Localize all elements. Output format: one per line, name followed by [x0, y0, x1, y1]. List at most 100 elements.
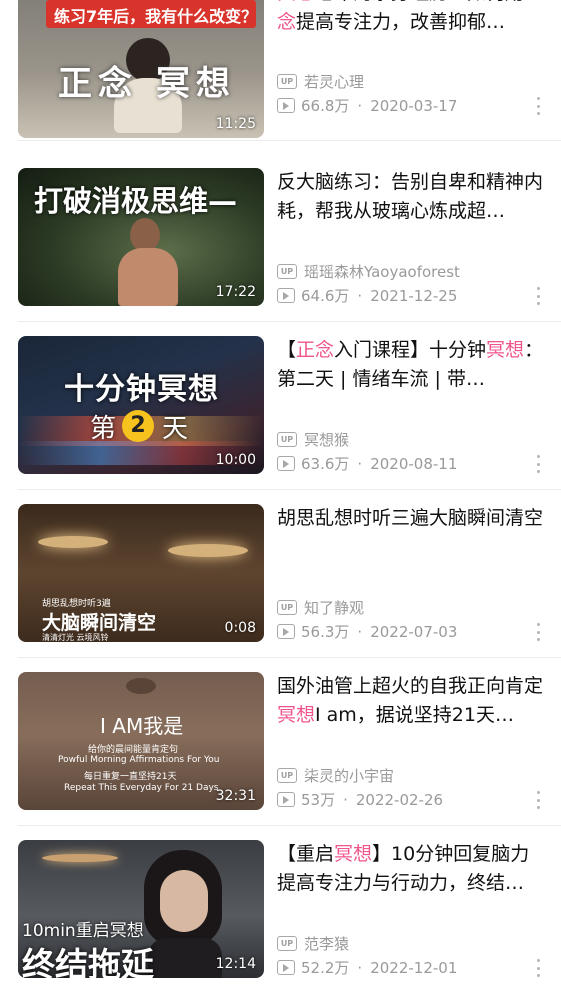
separator-dot: ·	[357, 454, 363, 473]
title-part: 国外油管上超火的自我正向肯定	[277, 675, 544, 697]
video-card[interactable]: 胡思乱想时听3遍 大脑瞬间清空 清清灯光 云境风铃 0:08 胡思乱想时听三遍大…	[0, 482, 561, 658]
view-count: 53万	[301, 791, 336, 809]
more-options-icon[interactable]	[537, 623, 541, 641]
title-part: 【重启	[277, 843, 335, 865]
thumbnail-day-suffix: 天	[162, 414, 189, 444]
uploader-row[interactable]: UP 瑶瑶森林Yaoyaoforest	[277, 261, 460, 282]
uploader-name: 范李猿	[304, 935, 350, 953]
uploader-name: 冥想猴	[304, 431, 350, 449]
separator-dot: ·	[357, 96, 363, 115]
upload-date: 2022-02-26	[355, 790, 444, 809]
uploader-row[interactable]: UP 范李猿	[277, 933, 349, 954]
view-count: 52.2万	[301, 959, 350, 977]
title-part: 七年的亲身经历：如何用	[315, 0, 524, 4]
separator-dot: ·	[357, 958, 363, 977]
video-card[interactable]: 打破消极思维— 17:22 反大脑练习：告别自卑和精神内耗，帮我从玻璃心炼成超……	[0, 146, 561, 322]
video-thumbnail[interactable]: 胡思乱想时听3遍 大脑瞬间清空 清清灯光 云境风铃 0:08	[18, 504, 264, 642]
thumbnail-subtitle: 清清灯光 云境风铃	[42, 633, 109, 642]
title-part: 反大脑练习：告别自卑和精神内耗，帮我从玻璃心炼成超…	[277, 171, 544, 222]
stats-row: 64.6万 · 2021-12-25	[277, 285, 457, 306]
title-part: 冥想	[277, 704, 316, 726]
more-options-icon[interactable]	[537, 97, 541, 115]
title-part: 冥想	[334, 843, 373, 865]
more-options-icon[interactable]	[537, 959, 541, 977]
up-badge-icon: UP	[277, 936, 297, 951]
play-count-icon	[277, 456, 295, 471]
stats-row: 56.3万 · 2022-07-03	[277, 621, 457, 642]
upload-date: 2022-12-01	[370, 958, 458, 977]
video-card[interactable]: I AM我是 给你的晨间能量肯定句 Powful Morning Affirma…	[0, 650, 561, 826]
video-thumbnail[interactable]: I AM我是 给你的晨间能量肯定句 Powful Morning Affirma…	[18, 672, 264, 810]
thumbnail-title: 打破消极思维—	[34, 184, 238, 218]
video-thumbnail[interactable]: 打破消极思维— 17:22	[18, 168, 264, 306]
uploader-row[interactable]: UP 冥想猴	[277, 429, 349, 450]
uploader-row[interactable]: UP 若灵心理	[277, 71, 364, 92]
play-count-icon	[277, 792, 295, 807]
separator-dot: ·	[357, 622, 363, 641]
title-part: 提高专注力，改善抑郁…	[296, 11, 506, 33]
view-count: 56.3万	[301, 623, 350, 641]
video-duration: 10:00	[215, 452, 256, 468]
title-part: 胡思乱想时听三遍大脑瞬间清空	[277, 507, 544, 529]
thumbnail-caption: 练习7年后，我有什么改变？	[54, 7, 258, 26]
video-duration: 17:22	[215, 284, 256, 300]
video-title[interactable]: 反大脑练习：告别自卑和精神内耗，帮我从玻璃心炼成超…	[277, 168, 545, 226]
thumbnail-line: Repeat This Everyday For 21 Days	[64, 783, 219, 793]
video-duration: 32:31	[215, 788, 256, 804]
video-thumbnail[interactable]: 十分钟冥想 第 2 天 10:00	[18, 336, 264, 474]
thumbnail-title: I AM我是	[100, 714, 184, 738]
up-badge-icon: UP	[277, 264, 297, 279]
thumbnail-title: 大脑瞬间清空	[42, 612, 157, 634]
stats-row: 66.8万 · 2020-03-17	[277, 95, 457, 116]
play-count-icon	[277, 98, 295, 113]
more-options-icon[interactable]	[537, 455, 541, 473]
thumbnail-line: 给你的晨间能量肯定句	[88, 745, 179, 755]
video-card[interactable]: 十分钟冥想 第 2 天 10:00 【正念入门课程】十分钟冥想：第二天 | 情绪…	[0, 314, 561, 490]
video-duration: 12:14	[215, 956, 256, 972]
uploader-name: 瑶瑶森林Yaoyaoforest	[304, 263, 460, 281]
video-title[interactable]: 【重启冥想】10分钟回复脑力提高专注力与行动力，终结…	[277, 840, 545, 898]
up-badge-icon: UP	[277, 768, 297, 783]
view-count: 63.6万	[301, 455, 350, 473]
stats-row: 52.2万 · 2022-12-01	[277, 957, 457, 978]
upload-date: 2021-12-25	[370, 286, 458, 305]
more-options-icon[interactable]	[537, 791, 541, 809]
video-card[interactable]: 10min重启冥想 终结拖延 12:14 【重启冥想】10分钟回复脑力提高专注力…	[0, 818, 561, 980]
thumbnail-title: 十分钟冥想	[64, 372, 219, 407]
play-count-icon	[277, 624, 295, 639]
video-duration: 11:25	[215, 116, 256, 132]
title-part: 【	[277, 339, 297, 361]
video-thumbnail[interactable]: 练习7年后，我有什么改变？ 正念 冥想 11:25	[18, 0, 264, 138]
uploader-row[interactable]: UP 知了静观	[277, 597, 364, 618]
video-title[interactable]: 胡思乱想时听三遍大脑瞬间清空	[277, 504, 545, 562]
up-badge-icon: UP	[277, 600, 297, 615]
separator-dot: ·	[357, 286, 363, 305]
thumbnail-day-prefix: 第	[90, 414, 117, 444]
title-part: 入门课程】十分钟	[334, 339, 487, 361]
video-title[interactable]: 国外油管上超火的自我正向肯定冥想I am，据说坚持21天…	[277, 672, 545, 730]
stats-row: 63.6万 · 2020-08-11	[277, 453, 457, 474]
uploader-row[interactable]: UP 柒灵的小宇宙	[277, 765, 394, 786]
uploader-name: 若灵心理	[304, 73, 365, 91]
up-badge-icon: UP	[277, 432, 297, 447]
thumbnail-title: 终结拖延	[22, 945, 154, 978]
separator-dot: ·	[343, 790, 348, 809]
upload-date: 2022-07-03	[370, 622, 458, 641]
title-part: 冥想	[277, 0, 315, 4]
more-options-icon[interactable]	[537, 287, 541, 305]
view-count: 66.8万	[301, 97, 350, 115]
video-duration: 0:08	[224, 620, 256, 636]
divider	[18, 140, 561, 141]
video-card[interactable]: 练习7年后，我有什么改变？ 正念 冥想 11:25 冥想七年的亲身经历：如何用正…	[0, 0, 561, 141]
play-count-icon	[277, 960, 295, 975]
stats-row: 53万 · 2022-02-26	[277, 789, 443, 810]
video-thumbnail[interactable]: 10min重启冥想 终结拖延 12:14	[18, 840, 264, 978]
upload-date: 2020-03-17	[370, 96, 458, 115]
title-part: 冥想	[486, 339, 525, 361]
video-title[interactable]: 【正念入门课程】十分钟冥想：第二天 | 情绪车流 | 带…	[277, 336, 545, 394]
title-part: 正念	[296, 339, 335, 361]
thumbnail-day-number: 2	[122, 410, 154, 442]
view-count: 64.6万	[301, 287, 350, 305]
video-title[interactable]: 冥想七年的亲身经历：如何用正念提高专注力，改善抑郁…	[277, 0, 545, 37]
play-count-icon	[277, 288, 295, 303]
